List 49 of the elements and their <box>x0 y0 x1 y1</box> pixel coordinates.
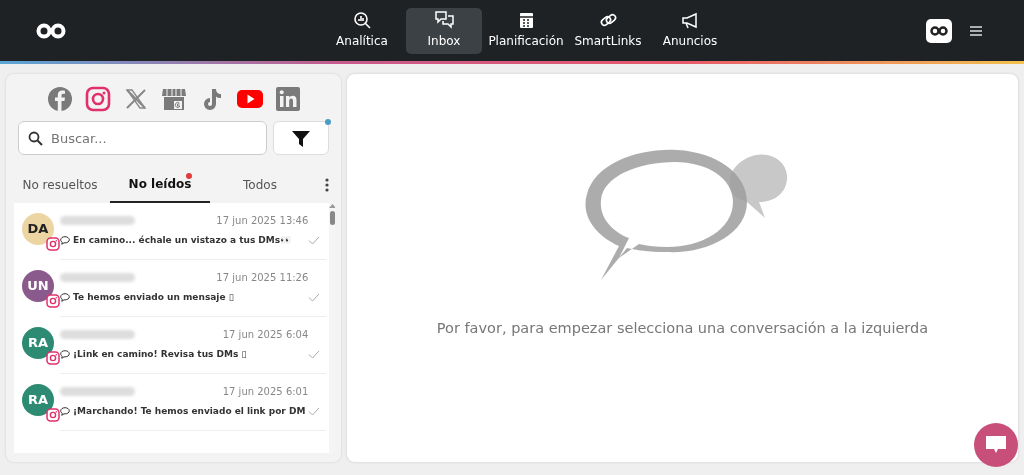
chart-magnifier-icon <box>352 11 372 30</box>
nav-tab[interactable]: SmartLinks <box>570 7 646 54</box>
empty-state-message: Por favor, para empezar selecciona una conversación a la izquierda <box>436 319 929 338</box>
message-time: 17 jun 2025 11:26 <box>216 271 309 285</box>
avatar-initials: RA <box>27 391 49 410</box>
chat-bubbles-icon <box>434 11 454 30</box>
logo-icon[interactable] <box>36 22 66 39</box>
nav-tab[interactable]: Analítica <box>324 7 400 54</box>
more-options-icon[interactable] <box>325 178 329 192</box>
search-field[interactable]: Buscar... <box>18 121 267 155</box>
account-logo-icon[interactable] <box>926 18 952 43</box>
instagram-icon <box>46 351 60 365</box>
speech-bubble-icon <box>60 407 70 417</box>
chat-icon <box>986 436 1006 454</box>
checkmark-icon[interactable] <box>308 350 321 360</box>
scrollbar-thumb[interactable] <box>330 211 335 225</box>
megaphone-icon <box>680 11 700 30</box>
scroll-up-arrow-icon[interactable] <box>329 203 335 209</box>
nav-tab[interactable]: Anuncios <box>652 7 728 54</box>
instagram-icon <box>46 294 60 308</box>
menu-icon[interactable] <box>970 25 982 36</box>
linkedin-icon[interactable] <box>274 86 301 112</box>
message-preview: ¡Marchando! Te hemos enviado el link por DM <box>73 405 306 418</box>
nav-tab[interactable]: Planificación <box>488 7 564 54</box>
message-time: 17 jun 2025 6:01 <box>222 385 309 399</box>
checkmark-icon[interactable] <box>308 293 321 303</box>
speech-bubble-icon <box>60 350 70 360</box>
message-preview: Te hemos enviado un mensaje ▯ <box>73 291 234 304</box>
instagram-icon <box>46 408 60 422</box>
speech-bubble-icon <box>60 293 70 303</box>
filter-button[interactable] <box>273 121 329 155</box>
avatar-initials: RA <box>27 334 49 353</box>
filter-icon <box>292 130 310 147</box>
avatar-initials: UN <box>27 277 49 296</box>
conversation-filter-tab[interactable]: No resueltos <box>10 167 110 203</box>
avatar-initials: DA <box>27 220 49 239</box>
message-preview: ¡Link en camino! Revisa tus DMs ▯ <box>73 348 247 361</box>
checkmark-icon[interactable] <box>308 236 321 246</box>
instagram-icon <box>46 237 60 251</box>
conversation-filter-tab[interactable]: Todos <box>210 167 310 203</box>
message-time: 17 jun 2025 6:04 <box>222 328 309 342</box>
checkmark-icon[interactable] <box>308 407 321 417</box>
storefront-icon[interactable] <box>160 86 187 112</box>
message-time: 17 jun 2025 13:46 <box>216 214 309 228</box>
instagram-icon[interactable] <box>84 86 111 112</box>
message-preview: En camino... échale un vistazo a tus DMs👀 <box>73 234 292 247</box>
nav-tab[interactable]: Inbox <box>406 7 482 54</box>
facebook-icon[interactable] <box>46 86 73 112</box>
speech-bubble-icon <box>60 236 70 246</box>
